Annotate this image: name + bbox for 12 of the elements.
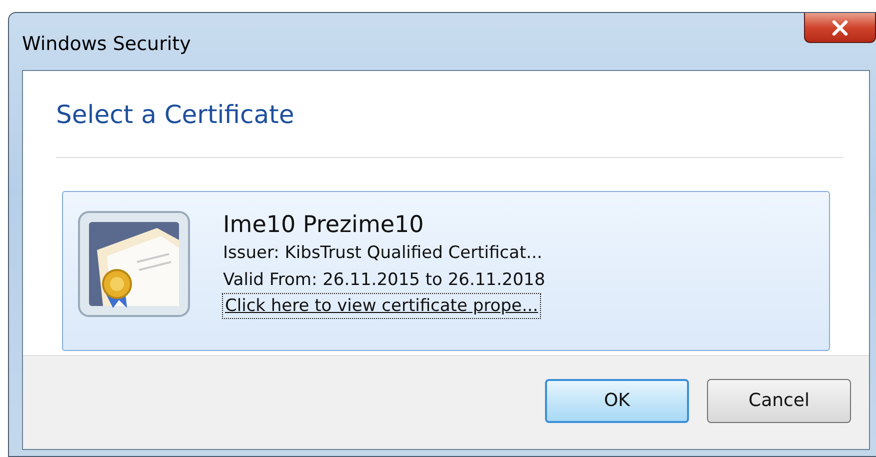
- dialog-heading: Select a Certificate: [56, 100, 296, 131]
- ok-button[interactable]: OK: [545, 378, 689, 422]
- certificate-item[interactable]: Ime10 Prezime10 Issuer: KibsTrust Qualified Certificat... Valid From: 26.11.2015 to 26.11.2018 Click here to view certificate prope...: [62, 191, 830, 351]
- close-button[interactable]: [804, 13, 876, 43]
- certificate-name: Ime10 Prezime10: [223, 211, 425, 240]
- issuer-text: Issuer: KibsTrust Qualified Certificat...: [223, 242, 544, 265]
- cancel-button[interactable]: Cancel: [707, 378, 851, 422]
- certificate-icon: [77, 210, 191, 318]
- validity-text: Valid From: 26.11.2015 to 26.11.2018: [223, 269, 546, 292]
- window-title: Windows Security: [22, 33, 191, 55]
- certificate-properties-link[interactable]: Click here to view certificate prope...: [223, 294, 540, 318]
- close-icon: [831, 20, 849, 36]
